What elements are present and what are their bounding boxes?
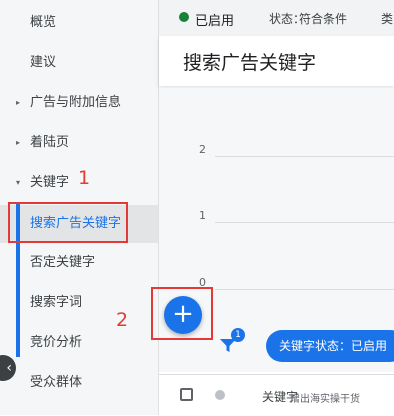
campaign-status[interactable]: 已启用 — [195, 10, 234, 29]
select-all-checkbox[interactable] — [180, 388, 193, 401]
sidebar-item-ads-extensions[interactable]: ▸ 广告与附加信息 — [0, 84, 158, 122]
sidebar-item-auction-insights[interactable]: 竞价分析 — [0, 324, 158, 362]
y-tick-label: 2 — [199, 143, 206, 156]
sidebar-item-label: 广告与附加信息 — [30, 95, 122, 110]
sidebar-item-label: 竞价分析 — [30, 335, 83, 350]
status-extra: 类 — [381, 12, 394, 26]
y-tick-label: 1 — [199, 209, 206, 222]
status-bar: 已启用 状态： 符合条件 类 — [159, 0, 394, 36]
sidebar-item-recommendations[interactable]: 建议 — [0, 44, 158, 82]
performance-chart — [159, 88, 394, 298]
chart-gridline — [215, 222, 394, 223]
sidebar-item-label: 受众群体 — [30, 375, 83, 390]
status-column-dot-icon — [215, 390, 225, 400]
sidebar-item-label: 建议 — [30, 55, 57, 70]
annotation-number-2: 2 — [116, 309, 129, 331]
filter-count-badge: 1 — [231, 328, 245, 342]
sidebar-item-negative-keywords[interactable]: 否定关键字 — [0, 244, 158, 282]
sidebar-item-audiences[interactable]: 受众群体 — [0, 364, 158, 402]
chart-gridline — [215, 156, 394, 157]
page-header: 搜索广告关键字 — [159, 36, 394, 86]
annotation-box-1 — [8, 202, 128, 243]
chevron-down-icon: ▾ — [16, 178, 21, 187]
chevron-right-icon: ▸ — [16, 98, 21, 107]
status-value: 符合条件 — [299, 12, 348, 26]
watermark-text: 增出海实操干货 — [290, 394, 360, 405]
chevron-right-icon: ▸ — [16, 138, 21, 147]
sidebar-item-label: 搜索字词 — [30, 295, 83, 310]
sidebar-item-search-terms[interactable]: 搜索字词 — [0, 284, 158, 322]
status-dot-icon — [179, 12, 189, 22]
annotation-number-1: 1 — [78, 167, 91, 189]
annotation-box-2 — [151, 287, 213, 340]
sidebar-item-label: 关键字 — [30, 175, 70, 190]
page-title: 搜索广告关键字 — [183, 52, 317, 74]
sidebar-item-label: 否定关键字 — [30, 255, 96, 270]
sidebar-item-label: 概览 — [30, 15, 57, 30]
chart-gridline — [215, 289, 394, 290]
sidebar-item-label: 着陆页 — [30, 135, 70, 150]
keyword-status-filter-chip[interactable]: 关键字状态：已启用 — [266, 330, 394, 362]
sidebar-item-overview[interactable]: 概览 — [0, 4, 158, 42]
sidebar-item-landing-pages[interactable]: ▸ 着陆页 — [0, 124, 158, 162]
